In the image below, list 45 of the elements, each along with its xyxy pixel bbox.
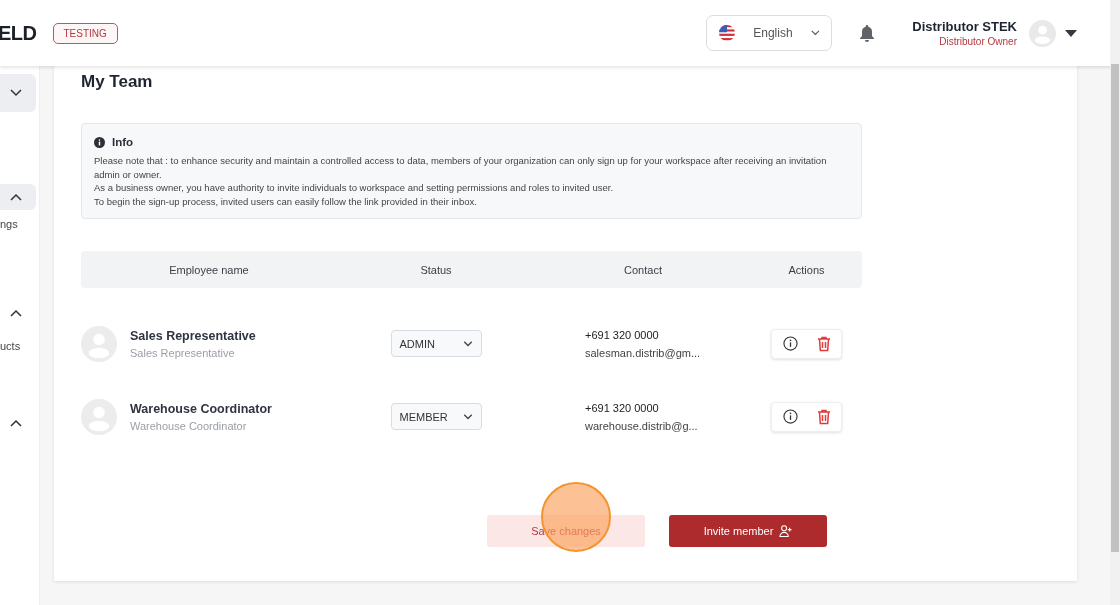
- info-text: As a business owner, you have authority to invite individuals to workspace and setting permissions and roles to invited user.: [94, 181, 615, 195]
- add-user-icon: [779, 525, 793, 537]
- chevron-down-icon: [810, 29, 820, 37]
- chevron-down-icon: [462, 340, 473, 347]
- employee-name: Sales Representative: [130, 328, 256, 343]
- chevron-up-icon: [10, 309, 22, 317]
- user-role: Distributor Owner: [939, 36, 1017, 47]
- chevron-up-icon: [10, 419, 22, 427]
- email-address: warehouse.distrib@g...: [585, 419, 699, 432]
- info-title: Info: [112, 136, 134, 148]
- environment-badge: TESTING: [52, 22, 118, 44]
- page-title: My Team: [81, 72, 154, 92]
- column-header: Status: [419, 263, 453, 276]
- info-text: Please note that : to enhance security and maintain a controlled access to data, members of your organization can only sign up for your workspace after receiving an invitation admin or owner.: [94, 154, 828, 181]
- employee-title: Warehouse Coordinator: [130, 419, 248, 432]
- employee-title: Sales Representative: [130, 346, 236, 359]
- column-header: Employee name: [168, 263, 250, 276]
- info-icon[interactable]: [783, 336, 798, 351]
- logo: ELD: [0, 21, 37, 45]
- info-icon[interactable]: [783, 409, 798, 424]
- chevron-up-icon: [10, 193, 22, 201]
- employee-name: Warehouse Coordinator: [130, 401, 272, 416]
- column-header: Contact: [623, 263, 663, 276]
- status-select[interactable]: MEMBER: [390, 403, 482, 430]
- email-address: salesman.distrib@gm...: [585, 346, 702, 359]
- sidebar-item[interactable]: ngs: [0, 218, 18, 230]
- delete-icon[interactable]: [817, 408, 831, 425]
- phone-number: +691 320 0000: [585, 401, 660, 414]
- status-select[interactable]: ADMIN: [390, 330, 482, 357]
- phone-number: +691 320 0000: [585, 328, 660, 341]
- sidebar-group-toggle[interactable]: [0, 74, 36, 112]
- scrollbar[interactable]: [1110, 0, 1120, 605]
- invite-button[interactable]: Invite member: [669, 515, 827, 547]
- delete-icon[interactable]: [817, 335, 831, 352]
- info-icon: [94, 136, 105, 148]
- notification-bell-icon[interactable]: [859, 24, 876, 42]
- sidebar-item[interactable]: ucts: [0, 340, 21, 352]
- chevron-down-icon: [462, 413, 473, 420]
- info-text: To begin the sign-up process, invited users can easily follow the link provided in their inbox.: [94, 194, 478, 208]
- chevron-down-icon: [10, 89, 22, 97]
- column-header: Actions: [787, 263, 826, 276]
- language-select[interactable]: English: [706, 15, 833, 51]
- sidebar-group-toggle[interactable]: [0, 184, 36, 210]
- user-name: Distributor STEK: [912, 19, 1017, 34]
- caret-icon[interactable]: [1065, 29, 1077, 37]
